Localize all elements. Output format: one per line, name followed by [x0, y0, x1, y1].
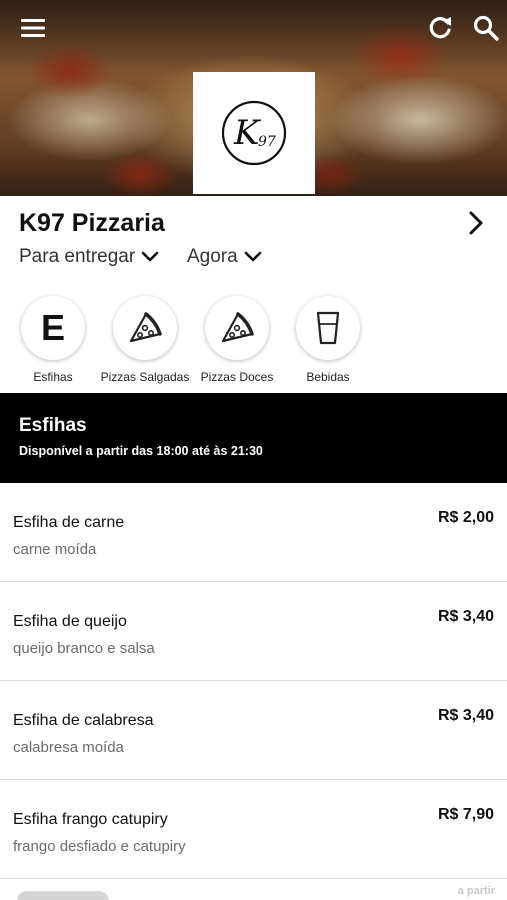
drink-cup-icon [296, 296, 360, 360]
item-description: carne moída [13, 541, 97, 558]
menu-item[interactable]: Esfiha de queijo queijo branco e salsa R… [0, 582, 507, 681]
section-header: Esfihas Disponível a partir das 18:00 at… [0, 393, 507, 483]
store-details-chevron-icon[interactable] [463, 210, 489, 236]
menu-item-list: Esfiha de carne carne moída R$ 2,00 Esfi… [0, 483, 507, 879]
chevron-down-icon [141, 251, 159, 262]
refresh-icon[interactable] [424, 12, 456, 44]
time-mode-dropdown[interactable]: Agora [187, 246, 262, 268]
category-label: Pizzas Doces [200, 370, 274, 384]
category-bar: E Esfihas Pizzas Salgadas Pizzas Doces B… [0, 288, 507, 393]
price-prefix-hint: a partir [457, 885, 495, 897]
item-description: frango desfiado e catupiry [13, 838, 186, 855]
item-name: Esfiha de carne [13, 514, 125, 531]
category-pizzas-doces[interactable]: Pizzas Doces [191, 296, 283, 384]
next-item-placeholder [17, 891, 109, 900]
search-icon[interactable] [470, 12, 502, 44]
item-price: R$ 3,40 [437, 707, 494, 724]
item-name: Esfiha de queijo [13, 613, 127, 630]
pizza-slice-icon [205, 296, 269, 360]
category-label: Esfihas [33, 370, 73, 384]
category-bebidas[interactable]: Bebidas [282, 296, 374, 384]
k97-logo-icon: K 97 [221, 100, 287, 166]
category-label: Pizzas Salgadas [100, 370, 190, 384]
item-price: R$ 2,00 [437, 509, 494, 526]
store-name: K97 Pizzaria [19, 209, 165, 237]
item-name: Esfiha de calabresa [13, 712, 154, 729]
store-header: K97 Pizzaria Para entregar Agora [0, 196, 507, 286]
chevron-down-icon [244, 251, 262, 262]
item-description: queijo branco e salsa [13, 640, 155, 657]
item-price: R$ 3,40 [437, 608, 494, 625]
menu-item[interactable]: Esfiha frango catupiry frango desfiado e… [0, 780, 507, 879]
category-pizzas-salgadas[interactable]: Pizzas Salgadas [99, 296, 191, 384]
menu-item[interactable]: Esfiha de calabresa calabresa moída R$ 3… [0, 681, 507, 780]
time-mode-label: Agora [187, 246, 238, 267]
item-price: R$ 7,90 [437, 806, 494, 823]
letter-e-icon: E [21, 296, 85, 360]
item-description: calabresa moída [13, 739, 124, 756]
category-label: Bebidas [306, 370, 350, 384]
menu-item[interactable]: Esfiha de carne carne moída R$ 2,00 [0, 483, 507, 582]
delivery-mode-label: Para entregar [19, 246, 136, 267]
section-title: Esfihas [19, 415, 87, 436]
category-esfihas[interactable]: E Esfihas [7, 296, 99, 384]
item-name: Esfiha frango catupiry [13, 811, 168, 828]
delivery-mode-dropdown[interactable]: Para entregar [19, 246, 159, 268]
hamburger-menu-icon[interactable] [17, 12, 49, 44]
section-availability: Disponível a partir das 18:00 até às 21:… [19, 444, 263, 458]
store-logo: K 97 [193, 72, 315, 194]
hero-banner: K 97 [0, 0, 507, 196]
svg-text:97: 97 [258, 134, 276, 150]
pizza-slice-icon [113, 296, 177, 360]
